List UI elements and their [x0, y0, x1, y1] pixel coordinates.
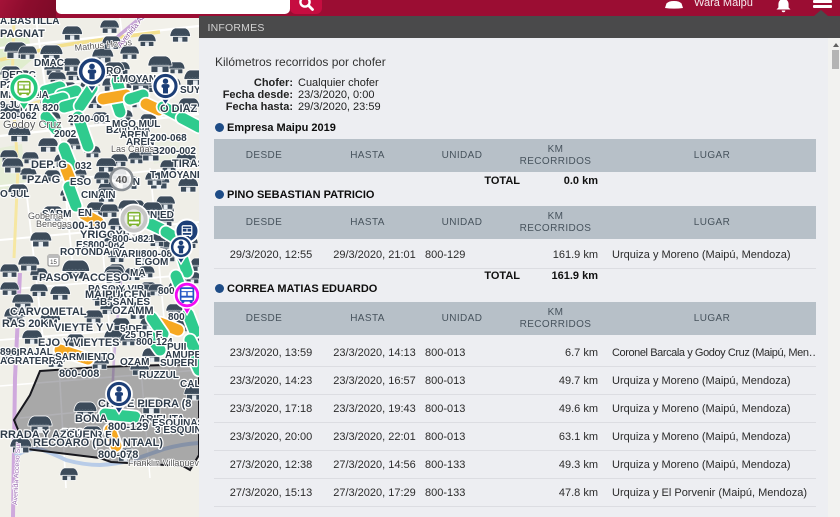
svg-text:RUZZUL: RUZZUL: [139, 370, 179, 381]
svg-text:15: 15: [50, 260, 57, 266]
svg-text:OZAMM: OZAMM: [112, 305, 154, 317]
svg-text:TIRAS: TIRAS: [172, 158, 199, 170]
svg-text:DMAC: DMAC: [34, 58, 64, 69]
svg-text:ESO: ESO: [70, 177, 91, 188]
svg-text:800: 800: [168, 312, 185, 323]
svg-text:SUY: SUY: [180, 85, 199, 96]
svg-text:N ED: N ED: [150, 210, 174, 221]
svg-text:Godoy Cruz: Godoy Cruz: [3, 119, 62, 131]
svg-text:PAGNAT: PAGNAT: [0, 28, 45, 40]
svg-text:AGRATERRA: AGRATERRA: [0, 356, 63, 367]
svg-text:Benegas: Benegas: [36, 219, 72, 229]
svg-text:B200-002: B200-002: [152, 146, 196, 157]
svg-text:200-068: 200-068: [150, 133, 187, 144]
svg-text:OZAM: OZAM: [120, 357, 149, 368]
svg-text:CALL: CALL: [180, 379, 199, 390]
svg-text:Las Cañas: Las Cañas: [111, 144, 155, 154]
svg-text:800-129: 800-129: [108, 421, 148, 433]
svg-text:T. MOYANI: T. MOYANI: [150, 170, 199, 181]
svg-text:E PIEDRA (8: E PIEDRA (8: [127, 398, 191, 410]
svg-text:E.GOM: E.GOM: [135, 257, 168, 268]
svg-text:SUPERI: SUPERI: [160, 358, 197, 369]
svg-text:MA: MA: [130, 268, 146, 279]
svg-text:40: 40: [116, 174, 128, 186]
svg-text:A.BASTILLA: A.BASTILLA: [0, 18, 59, 27]
svg-text:PZA G: PZA G: [27, 174, 60, 186]
svg-text:2200-001: 2200-001: [68, 114, 111, 125]
svg-text:CINAIN: CINAIN: [81, 190, 115, 201]
svg-text:VIEYTE Y V: VIEYTE Y V: [54, 322, 114, 334]
svg-text:RAS 20KM: RAS 20KM: [2, 318, 58, 330]
svg-text:800-008: 800-008: [59, 368, 99, 380]
svg-text:SARMIENTO: SARMIENTO: [55, 352, 115, 363]
svg-text:MGO MUL: MGO MUL: [112, 119, 160, 130]
svg-text:DEP. G: DEP. G: [31, 159, 67, 171]
svg-text:3 ESQUIN: 3 ESQUIN: [155, 425, 199, 436]
svg-text:PASO Y ACCESO: PASO Y ACCESO: [39, 272, 130, 284]
svg-text:O JUL: O JUL: [0, 189, 29, 200]
svg-text:RECOARO (DUN NTAAL): RECOARO (DUN NTAAL): [33, 437, 163, 449]
svg-text:032: 032: [75, 161, 92, 172]
svg-text:EN: EN: [78, 208, 92, 219]
svg-text:ROTONDA P: ROTONDA P: [60, 247, 120, 258]
svg-text:CARVOMETAL: CARVOMETAL: [10, 306, 87, 318]
svg-text:Franklin Villanueva: Franklin Villanueva: [128, 458, 199, 468]
svg-text:BONA: BONA: [75, 413, 107, 425]
